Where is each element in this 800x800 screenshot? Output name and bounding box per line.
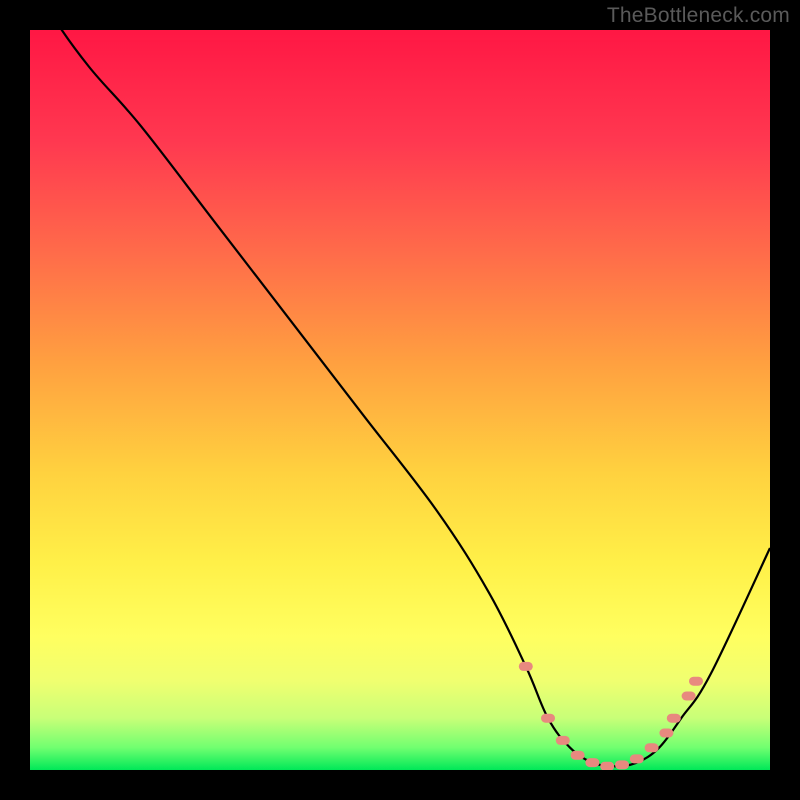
marker-dot xyxy=(571,751,585,760)
marker-dot xyxy=(659,729,673,738)
marker-dot xyxy=(519,662,533,671)
bottleneck-curve xyxy=(30,30,770,766)
optimal-range-markers xyxy=(519,662,703,770)
marker-dot xyxy=(541,714,555,723)
watermark-text: TheBottleneck.com xyxy=(607,4,790,28)
marker-dot xyxy=(689,677,703,686)
marker-dot xyxy=(667,714,681,723)
marker-dot xyxy=(615,760,629,769)
marker-dot xyxy=(645,743,659,752)
marker-dot xyxy=(600,762,614,770)
plot-area xyxy=(30,30,770,770)
marker-dot xyxy=(585,758,599,767)
marker-dot xyxy=(556,736,570,745)
marker-dot xyxy=(630,754,644,763)
curve-layer xyxy=(30,30,770,770)
marker-dot xyxy=(682,692,696,701)
